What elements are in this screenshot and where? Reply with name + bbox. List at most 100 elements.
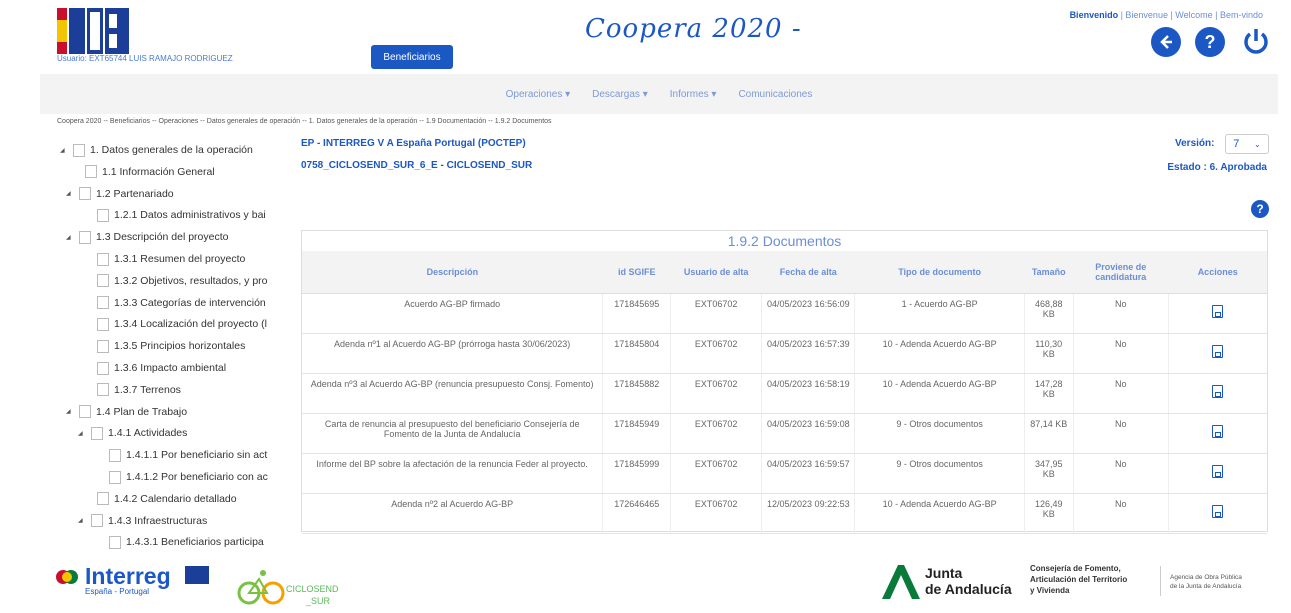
tree-node[interactable]: ◢ 1.4.1 Actividades <box>78 423 187 443</box>
bicycle-icon <box>237 567 285 612</box>
tree-node-label[interactable]: 1.3.6 Impacto ambiental <box>114 362 226 374</box>
breadcrumb[interactable]: Coopera 2020 -- Beneficiarios -- Operaci… <box>57 118 552 125</box>
tree-node[interactable]: ◢ 1.3 Descripción del proyecto <box>66 227 229 247</box>
nav-informes[interactable]: Informes ▾ <box>670 89 717 100</box>
tree-node-label[interactable]: 1.4.3 Infraestructuras <box>108 515 207 527</box>
expand-caret-icon[interactable]: ◢ <box>66 190 74 197</box>
expand-caret-icon[interactable]: ◢ <box>66 234 74 241</box>
tree-node-label[interactable]: 1.3.5 Principios horizontales <box>114 340 245 352</box>
tree-node[interactable]: 1.3.6 Impacto ambiental <box>84 358 226 378</box>
column-header[interactable]: Proviene de candidatura <box>1073 251 1169 294</box>
tree-node[interactable]: 1.3.3 Categorías de intervención <box>84 293 266 313</box>
expand-caret-icon[interactable]: ◢ <box>78 517 86 524</box>
tree-node-label[interactable]: 1.3.2 Objetivos, resultados, y pro <box>114 275 268 287</box>
column-header[interactable]: id SGIFE <box>602 251 671 294</box>
tree-node[interactable]: 1.4.3.1 Beneficiarios participa <box>96 532 264 552</box>
pdf-download-icon[interactable] <box>1212 424 1224 438</box>
tree-node[interactable]: 1.3.1 Resumen del proyecto <box>84 249 245 269</box>
tree-node[interactable]: 1.3.5 Principios horizontales <box>84 336 245 356</box>
nav-comunicaciones[interactable]: Comunicaciones <box>738 89 812 100</box>
tree-node[interactable]: ◢ 1.4.3 Infraestructuras <box>78 511 207 531</box>
version-value: 7 <box>1233 138 1240 150</box>
tree-node[interactable]: ◢ 1. Datos generales de la operación <box>60 140 253 160</box>
agencia-line-1: Agencia de Obra Pública <box>1170 574 1242 581</box>
documents-panel: 1.9.2 Documentos Descripción id SGIFE Usua… <box>301 230 1268 534</box>
column-header[interactable]: Tipo de documento <box>854 251 1025 294</box>
tree-node-label[interactable]: 1.4.1.2 Por beneficiario con ac <box>126 471 268 483</box>
power-icon[interactable] <box>1240 25 1272 57</box>
tree-node-label[interactable]: 1. Datos generales de la operación <box>90 144 253 156</box>
tree-node-label[interactable]: 1.4.1.1 Por beneficiario sin act <box>126 449 267 461</box>
expand-caret-icon[interactable]: ◢ <box>78 430 86 437</box>
tree-node-label[interactable]: 1.3.3 Categorías de intervención <box>114 297 266 309</box>
version-label: Versión: <box>1175 138 1215 149</box>
help-icon[interactable]: ? <box>1195 27 1225 57</box>
pdf-download-icon[interactable] <box>1212 464 1224 478</box>
tree-node[interactable]: 1.2.1 Datos administrativos y bai <box>84 205 266 225</box>
cell-actions <box>1167 333 1267 374</box>
tree-node-label[interactable]: 1.4.2 Calendario detallado <box>114 493 237 505</box>
cell-date: 04/05/2023 16:58:19 <box>761 373 855 414</box>
interreg-flag-icon <box>55 566 83 593</box>
column-header[interactable]: Usuario de alta <box>670 251 762 294</box>
tree-node-label[interactable]: 1.1 Información General <box>102 166 215 178</box>
tree-node-label[interactable]: 1.3 Descripción del proyecto <box>96 231 229 243</box>
pdf-download-icon[interactable] <box>1212 344 1224 358</box>
cell-desc: Adenda nº2 al Acuerdo AG-BP <box>302 493 603 534</box>
main-nav: Operaciones ▾ Descargas ▾ Informes ▾ Com… <box>40 74 1278 114</box>
consej-line-1: Consejería de Fomento, <box>1030 564 1121 573</box>
document-icon <box>97 339 109 353</box>
tree-node-label[interactable]: 1.3.1 Resumen del proyecto <box>114 253 245 265</box>
help-icon[interactable]: ? <box>1251 200 1269 218</box>
document-icon <box>97 317 109 331</box>
tree-node[interactable]: 1.4.2 Calendario detallado <box>84 489 237 509</box>
column-header[interactable]: Acciones <box>1168 251 1267 294</box>
tree-node[interactable]: 1.3.7 Terrenos <box>84 380 181 400</box>
tree-node[interactable]: ◢ 1.4 Plan de Trabajo <box>66 402 187 422</box>
tree-node[interactable]: 1.3.2 Objetivos, resultados, y pro <box>84 271 268 291</box>
cell-id: 171845804 <box>602 333 671 374</box>
estado-label: Estado : 6. Aprobada <box>1167 162 1267 173</box>
column-header[interactable]: Descripción <box>302 251 603 294</box>
tree-node[interactable]: 1.4.1.2 Por beneficiario con ac <box>96 467 268 487</box>
language-links[interactable]: Bienvenido | Bienvenue | Welcome | Bem-v… <box>1070 10 1263 20</box>
cell-user: EXT06702 <box>670 413 762 454</box>
nav-descargas[interactable]: Descargas ▾ <box>592 89 648 100</box>
document-icon <box>97 383 109 397</box>
version-select[interactable]: 7 ⌄ <box>1225 134 1269 154</box>
beneficiarios-button[interactable]: Beneficiarios <box>371 45 453 69</box>
interreg-sub: España - Portugal <box>85 587 150 596</box>
document-icon <box>79 187 91 201</box>
cell-date: 04/05/2023 16:57:39 <box>761 333 855 374</box>
tree-node-label[interactable]: 1.4.1 Actividades <box>108 427 187 439</box>
tree-node[interactable]: 1.1 Información General <box>72 162 215 182</box>
tree-node-label[interactable]: 1.3.7 Terrenos <box>114 384 181 396</box>
tree-node-label[interactable]: 1.4.3.1 Beneficiarios participa <box>126 536 264 548</box>
cell-user: EXT06702 <box>670 333 762 374</box>
tree-node[interactable]: 1.3.4 Localización del proyecto (l <box>84 314 267 334</box>
cell-tipo: 1 - Acuerdo AG-BP <box>854 293 1025 334</box>
cell-tipo: 10 - Adenda Acuerdo AG-BP <box>854 333 1025 374</box>
pdf-download-icon[interactable] <box>1212 304 1224 318</box>
cell-date: 12/05/2023 09:22:53 <box>761 493 855 534</box>
document-icon <box>109 470 121 484</box>
column-header[interactable]: Fecha de alta <box>761 251 855 294</box>
pdf-download-icon[interactable] <box>1212 504 1224 518</box>
tree-node-label[interactable]: 1.3.4 Localización del proyecto (l <box>114 318 267 330</box>
lang-others[interactable]: | Bienvenue | Welcome | Bem-vindo <box>1118 10 1263 20</box>
tree-node-label[interactable]: 1.2 Partenariado <box>96 188 174 200</box>
cell-tipo: 9 - Otros documentos <box>854 453 1025 494</box>
expand-caret-icon[interactable]: ◢ <box>60 147 68 154</box>
tree-node-label[interactable]: 1.2.1 Datos administrativos y bai <box>114 209 266 221</box>
back-icon[interactable] <box>1151 27 1181 57</box>
nav-operaciones[interactable]: Operaciones ▾ <box>506 89 571 100</box>
pdf-download-icon[interactable] <box>1212 384 1224 398</box>
cell-id: 172646465 <box>602 493 671 534</box>
column-header[interactable]: Tamaño <box>1024 251 1074 294</box>
tree-node[interactable]: ◢ 1.2 Partenariado <box>66 184 174 204</box>
tree-node[interactable]: 1.4.1.1 Por beneficiario sin act <box>96 445 267 465</box>
tree-node-label[interactable]: 1.4 Plan de Trabajo <box>96 406 187 418</box>
expand-caret-icon[interactable]: ◢ <box>66 408 74 415</box>
document-icon <box>97 296 109 310</box>
lang-welcome[interactable]: Bienvenido <box>1070 10 1119 20</box>
